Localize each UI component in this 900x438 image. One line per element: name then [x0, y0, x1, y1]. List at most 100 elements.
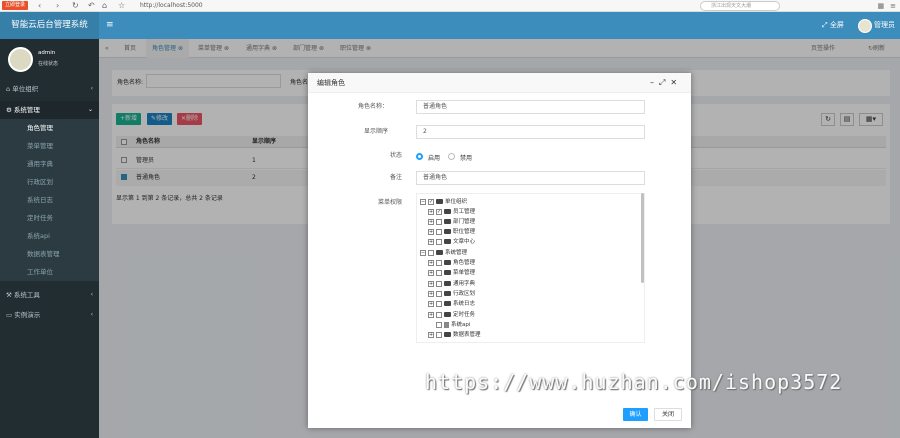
collapse-icon[interactable]: −	[420, 249, 426, 256]
tree-checkbox[interactable]	[436, 238, 442, 245]
tree-label: 数据表管理	[453, 332, 481, 338]
back-icon[interactable]: ‹	[38, 1, 41, 11]
sidebar-sub-task[interactable]: 定时任务	[0, 209, 99, 227]
dialog-title: 编辑角色	[308, 73, 691, 93]
sidebar-sub-region[interactable]: 行政区划	[0, 173, 99, 191]
file-icon	[444, 321, 449, 328]
user-avatar[interactable]	[858, 19, 872, 33]
tree-checkbox[interactable]	[436, 290, 442, 297]
expand-icon[interactable]: +	[428, 269, 434, 276]
login-badge[interactable]: 立即登录	[2, 1, 29, 10]
sidebar-item-system[interactable]: ⚙ 系统管理 ⌄	[0, 101, 99, 119]
star-icon[interactable]: ☆	[118, 1, 125, 11]
tree-node[interactable]: − ✓ 单位组织	[420, 198, 467, 206]
expand-icon[interactable]: +	[428, 208, 434, 215]
forward-icon[interactable]: ›	[56, 1, 59, 11]
role-name-field[interactable]: 普通角色	[416, 100, 645, 114]
tree-label: 行政区划	[453, 291, 476, 297]
expand-icon[interactable]: +	[428, 290, 434, 297]
fullscreen-button[interactable]: ⤢ 全屏	[822, 12, 844, 39]
tree-checkbox[interactable]	[436, 218, 442, 225]
tree-node[interactable]: + 角色管理	[428, 259, 475, 267]
expand-icon[interactable]: +	[428, 228, 434, 235]
tree-checkbox[interactable]: ✓	[428, 198, 434, 205]
undo-icon[interactable]: ↶	[88, 1, 95, 11]
sidebar-sub-unit[interactable]: 工作单位	[0, 263, 99, 281]
tree-checkbox[interactable]	[436, 269, 442, 276]
expand-icon[interactable]: +	[428, 280, 434, 287]
tree-label: 员工管理	[453, 209, 476, 215]
home-icon[interactable]: ⌂	[102, 1, 107, 11]
menu-icon[interactable]: ≡	[890, 1, 896, 11]
sidebar-sub-api[interactable]: 系统api	[0, 227, 99, 245]
grid-icon[interactable]: ▦	[878, 1, 885, 11]
tree-checkbox[interactable]	[436, 311, 442, 318]
folder-icon	[444, 229, 451, 234]
sidebar-item-tools[interactable]: ⚒ 系统工具 ‹	[0, 286, 99, 304]
sidebar-item-demo[interactable]: ▭ 实例演示 ‹	[0, 306, 99, 324]
order-field[interactable]: 2	[416, 125, 645, 139]
folder-icon	[444, 301, 451, 306]
sidebar-sub-role[interactable]: 角色管理	[0, 119, 99, 137]
sidebar-sub-log[interactable]: 系统日志	[0, 191, 99, 209]
tree-node[interactable]: + 通用字典	[428, 280, 475, 288]
sidebar-item-org[interactable]: ⌂ 单位组织 ‹	[0, 80, 99, 98]
sidebar-avatar	[8, 47, 33, 72]
expand-icon[interactable]: +	[428, 218, 434, 225]
expand-icon[interactable]: +	[428, 311, 434, 318]
remark-field[interactable]: 普通角色	[416, 171, 645, 185]
sidebar-sub-menu[interactable]: 菜单管理	[0, 137, 99, 155]
folder-icon	[444, 270, 451, 275]
expand-icon[interactable]: +	[428, 259, 434, 266]
tree-checkbox[interactable]	[436, 228, 442, 235]
tree-node[interactable]: + 系统日志	[428, 300, 475, 308]
tree-checkbox[interactable]	[436, 280, 442, 287]
order-label: 显示顺序	[363, 128, 388, 135]
address-bar[interactable]: http://localhost:5000	[140, 0, 203, 12]
close-button[interactable]: 关闭	[654, 408, 682, 421]
expand-icon[interactable]: +	[428, 331, 434, 338]
maximize-icon[interactable]: ⤢	[659, 73, 665, 93]
name-label: 角色名称：	[357, 103, 388, 110]
gear-icon: ⚙	[6, 106, 12, 114]
tree-node[interactable]: + 部门管理	[428, 218, 475, 226]
expand-icon[interactable]: +	[428, 300, 434, 307]
tree-checkbox[interactable]	[436, 300, 442, 307]
sidebar-sub-dict[interactable]: 通用字典	[0, 155, 99, 173]
tree-node[interactable]: + 菜单管理	[428, 269, 475, 277]
status-label: 状态	[389, 152, 402, 159]
minimize-icon[interactable]: –	[650, 73, 654, 93]
tree-node[interactable]: + 数据表管理	[428, 331, 481, 339]
tree-label: 系统日志	[453, 301, 476, 307]
close-icon[interactable]: ✕	[670, 73, 677, 93]
status-disable-radio[interactable]	[448, 153, 455, 160]
tree-checkbox[interactable]: ✓	[436, 208, 442, 215]
sidebar-user-name: admin	[38, 50, 56, 56]
folder-icon	[444, 332, 451, 337]
tree-scrollbar[interactable]	[641, 193, 644, 283]
tree-checkbox[interactable]	[436, 321, 442, 328]
tree-checkbox[interactable]	[428, 249, 434, 256]
confirm-button[interactable]: 确认	[623, 408, 648, 421]
expand-icon[interactable]: +	[428, 238, 434, 245]
tree-node[interactable]: + 文章中心	[428, 238, 475, 246]
browser-search[interactable]: 浙江出现天文大潮	[700, 1, 780, 11]
menu-toggle-icon[interactable]: ≡	[106, 12, 114, 39]
status-enable-radio[interactable]	[416, 153, 423, 160]
dialog-controls: – ⤢ ✕	[650, 73, 677, 93]
tree-checkbox[interactable]	[436, 259, 442, 266]
tree-node[interactable]: − 系统管理	[420, 249, 467, 257]
collapse-icon[interactable]: −	[420, 198, 426, 205]
chevron-left-icon: ‹	[90, 311, 93, 318]
tree-node[interactable]: + 行政区划	[428, 290, 475, 298]
folder-icon	[444, 260, 451, 265]
tree-checkbox[interactable]	[436, 331, 442, 338]
tree-node[interactable]: + 定时任务	[428, 311, 475, 319]
reload-icon[interactable]: ↻	[72, 1, 79, 11]
folder-icon	[444, 239, 451, 244]
tree-node[interactable]: 系统api	[436, 321, 470, 329]
sidebar-sub-table[interactable]: 数据表管理	[0, 245, 99, 263]
user-name[interactable]: 管理员	[874, 12, 895, 39]
tree-node[interactable]: + ✓ 员工管理	[428, 208, 475, 216]
tree-node[interactable]: + 职位管理	[428, 228, 475, 236]
